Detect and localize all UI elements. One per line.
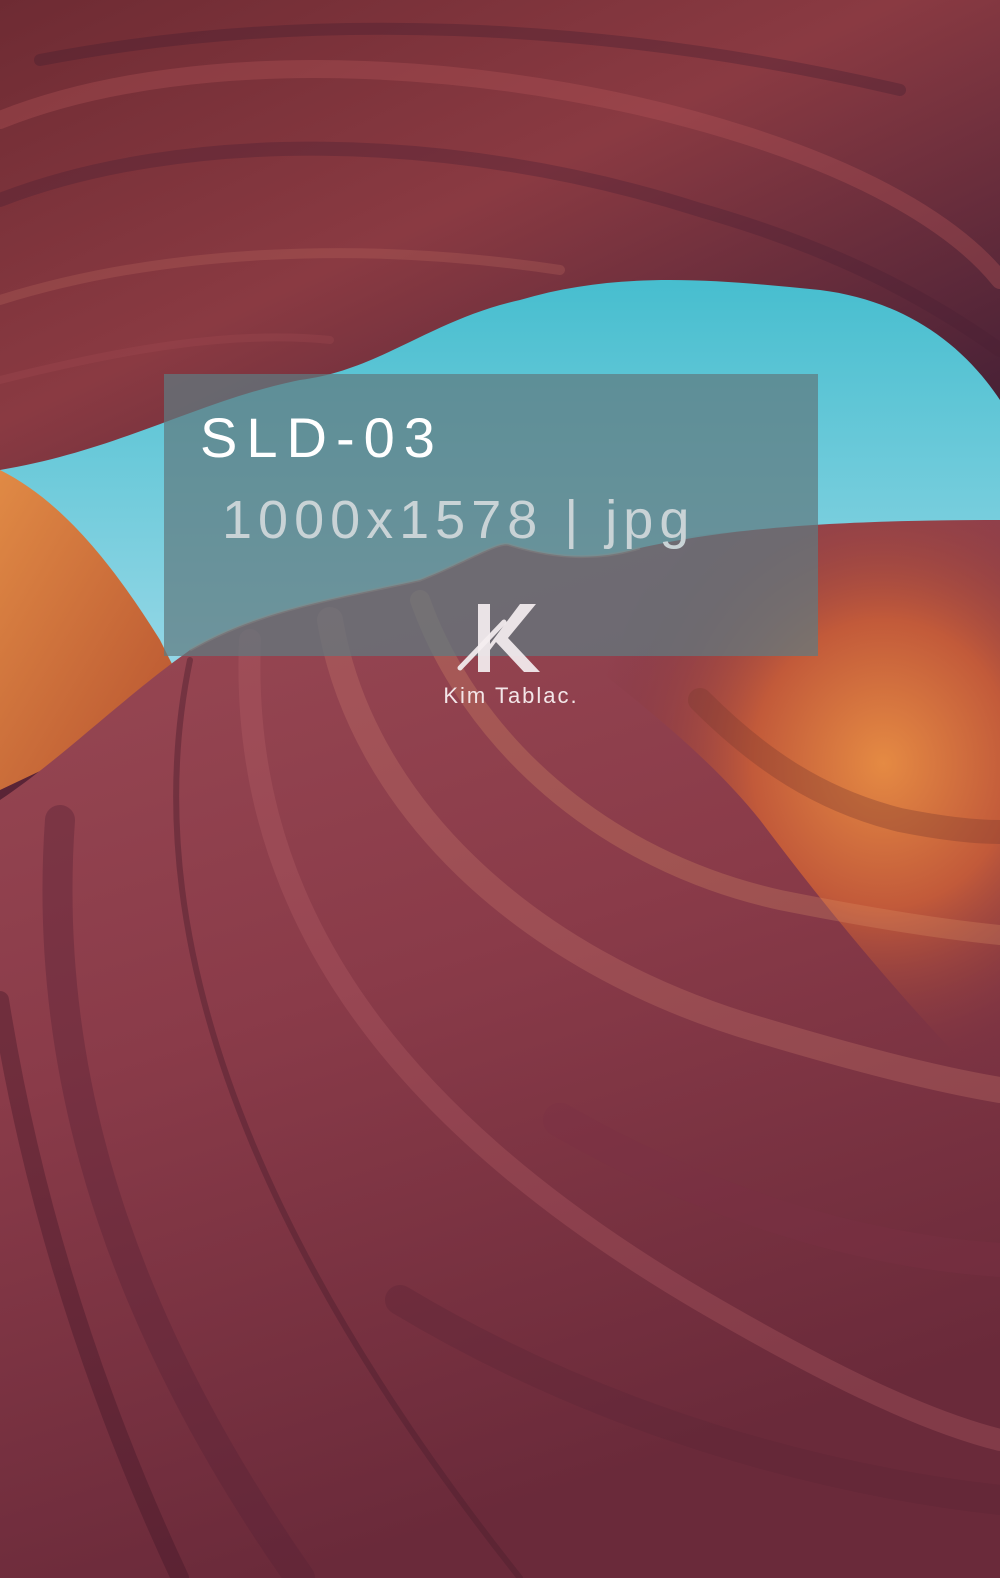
slot-canyon-photo: SLD-03 1000x1578 | jpg Kim Tablac.	[0, 0, 1000, 1578]
logo-k-icon	[457, 604, 540, 672]
logo-name: Kim Tablac.	[443, 683, 579, 708]
watermark-title: SLD-03	[200, 406, 444, 469]
canyon-scene	[0, 0, 1000, 1578]
watermark-meta: 1000x1578 | jpg	[222, 490, 696, 550]
